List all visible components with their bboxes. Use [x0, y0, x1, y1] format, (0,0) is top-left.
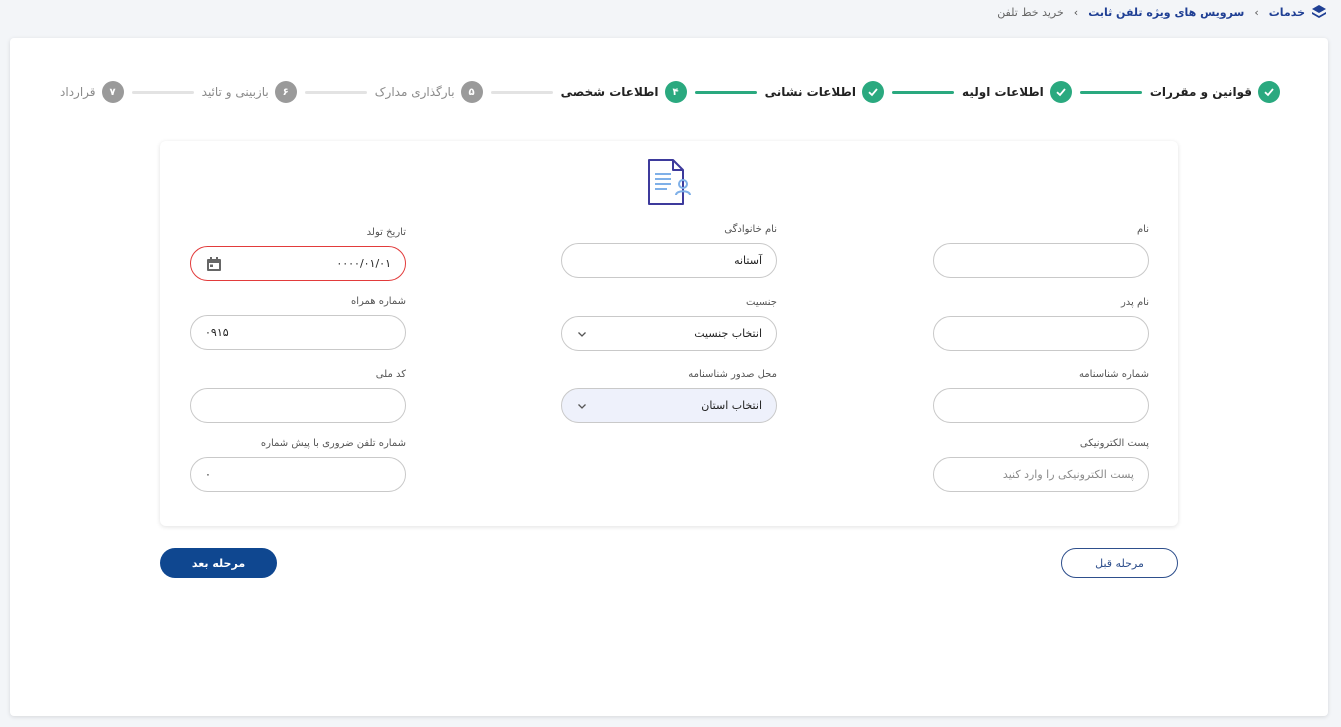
first-name-field: نام	[933, 224, 1149, 278]
step-label: قوانین و مقررات	[1149, 85, 1252, 99]
chevron-down-icon	[578, 403, 586, 409]
stepper: قوانین و مقررات اطلاعات اولیه اطلاعات نش…	[60, 80, 1280, 104]
birth-date-label: تاریخ تولد	[366, 227, 406, 238]
breadcrumb: خدمات ‹ سرویس های ویژه تلفن ثابت ‹ خرید …	[997, 4, 1327, 20]
mobile-field: شماره همراه ۰۹۱۵	[190, 296, 406, 350]
issue-place-field: محل صدور شناسنامه انتخاب استان	[561, 369, 777, 423]
gender-field: جنسیت انتخاب جنسیت	[561, 297, 777, 351]
step-number-badge: ۵	[460, 81, 483, 103]
step-connector	[304, 90, 367, 94]
step-label: اطلاعات شخصی	[560, 85, 659, 99]
step-label: قرارداد	[60, 85, 96, 99]
emergency-phone-value: ۰	[205, 468, 211, 481]
step-label: بارگذاری مدارک	[374, 85, 455, 99]
email-placeholder: پست الکترونیکی را وارد کنید	[1002, 468, 1134, 481]
check-icon	[861, 81, 884, 103]
last-name-field: نام خانوادگی آستانه	[561, 224, 777, 278]
national-code-label: کد ملی	[375, 369, 406, 380]
step-number-badge: ۶	[274, 81, 297, 103]
chevron-left-icon: ‹	[1254, 5, 1259, 19]
id-number-label: شماره شناسنامه	[1078, 369, 1149, 380]
layers-icon	[1312, 5, 1326, 18]
father-name-input[interactable]	[933, 316, 1149, 351]
step-address-info: اطلاعات نشانی	[765, 81, 884, 103]
national-code-field: کد ملی	[190, 369, 406, 423]
issue-place-value: انتخاب استان	[701, 399, 762, 412]
father-name-field: نام پدر	[933, 297, 1149, 351]
birth-date-field: تاریخ تولد ۰۰۰۰/۰۱/۰۱	[190, 227, 406, 281]
first-name-input[interactable]	[933, 243, 1149, 278]
mobile-value: ۰۹۱۵	[205, 326, 229, 339]
first-name-label: نام	[1136, 224, 1149, 235]
id-number-input[interactable]	[933, 388, 1149, 423]
step-upload-documents: ۵ بارگذاری مدارک	[375, 81, 483, 103]
email-field: پست الکترونیکی پست الکترونیکی را وارد کن…	[933, 438, 1149, 492]
previous-step-button[interactable]: مرحله قبل	[1061, 548, 1178, 578]
gender-label: جنسیت	[746, 297, 777, 308]
birth-date-value: ۰۰۰۰/۰۱/۰۱	[336, 257, 391, 270]
emergency-phone-label: شماره تلفن ضروری با پیش شماره	[260, 438, 406, 449]
last-name-input[interactable]: آستانه	[561, 243, 777, 278]
last-name-value: آستانه	[734, 254, 762, 267]
step-connector	[891, 90, 955, 94]
check-icon	[1258, 81, 1280, 103]
step-connector	[1079, 90, 1142, 94]
national-code-input[interactable]	[190, 388, 406, 423]
chevron-down-icon	[578, 331, 586, 337]
step-personal-info: ۴ اطلاعات شخصی	[561, 81, 687, 103]
next-step-button[interactable]: مرحله بعد	[160, 548, 277, 578]
last-name-label: نام خانوادگی	[724, 224, 777, 235]
personal-info-form: نام نام پدر شماره شناسنامه پست الکترونیک…	[160, 141, 1178, 526]
step-basic-info: اطلاعات اولیه	[962, 81, 1072, 103]
email-input[interactable]: پست الکترونیکی را وارد کنید	[933, 457, 1149, 492]
breadcrumb-item-buy-line: خرید خط تلفن	[997, 5, 1064, 19]
gender-select[interactable]: انتخاب جنسیت	[561, 316, 777, 351]
emergency-phone-field: شماره تلفن ضروری با پیش شماره ۰	[190, 438, 406, 492]
chevron-left-icon: ‹	[1073, 5, 1079, 19]
step-contract: ۷ قرارداد	[60, 81, 124, 103]
breadcrumb-item-services[interactable]: خدمات	[1269, 6, 1305, 19]
step-rules: قوانین و مقررات	[1150, 81, 1280, 103]
page: خدمات ‹ سرویس های ویژه تلفن ثابت ‹ خرید …	[0, 0, 1341, 727]
email-label: پست الکترونیکی	[1079, 438, 1149, 449]
mobile-input[interactable]: ۰۹۱۵	[190, 315, 406, 350]
calendar-icon[interactable]	[205, 255, 223, 273]
issue-place-label: محل صدور شناسنامه	[688, 369, 777, 380]
step-review: ۶ بازبینی و تائید	[202, 81, 297, 103]
step-connector	[490, 90, 553, 94]
father-name-label: نام پدر	[1120, 297, 1149, 308]
check-icon	[1049, 81, 1072, 103]
main-card: قوانین و مقررات اطلاعات اولیه اطلاعات نش…	[10, 38, 1328, 716]
step-connector	[131, 90, 194, 94]
birth-date-input[interactable]: ۰۰۰۰/۰۱/۰۱	[190, 246, 406, 281]
issue-place-select[interactable]: انتخاب استان	[561, 388, 777, 423]
emergency-phone-input[interactable]: ۰	[190, 457, 406, 492]
gender-value: انتخاب جنسیت	[694, 327, 762, 340]
step-label: بازبینی و تائید	[201, 85, 269, 99]
id-number-field: شماره شناسنامه	[933, 369, 1149, 423]
step-number-badge: ۴	[664, 81, 687, 103]
person-document-icon	[648, 159, 691, 205]
step-label: اطلاعات نشانی	[764, 85, 856, 99]
mobile-label: شماره همراه	[350, 296, 406, 307]
step-number-badge: ۷	[101, 81, 124, 103]
breadcrumb-item-fixed-line-services[interactable]: سرویس های ویژه تلفن ثابت	[1088, 6, 1244, 19]
step-connector	[694, 90, 757, 94]
step-label: اطلاعات اولیه	[962, 85, 1044, 99]
